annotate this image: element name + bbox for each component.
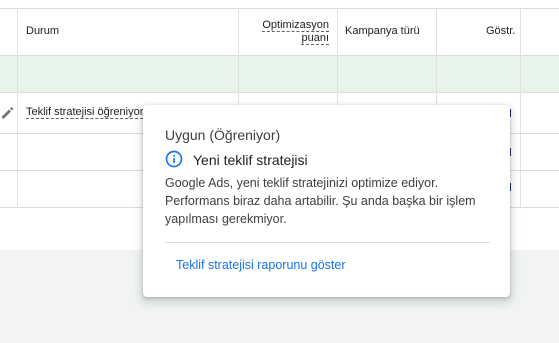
column-header-status[interactable]: Durum <box>26 25 59 37</box>
bid-strategy-report-link[interactable]: Teklif stratejisi raporunu göster <box>176 258 346 272</box>
column-header-campaign-type[interactable]: Kampanya türü <box>345 25 420 37</box>
status-cell-text[interactable]: Teklif stratejisi öğreniyor <box>26 106 144 119</box>
tooltip-title: Uygun (Öğreniyor) <box>165 127 281 143</box>
tooltip-subtitle: Yeni teklif stratejisi <box>193 152 308 168</box>
column-header-impressions[interactable]: Göstr. <box>486 25 515 37</box>
column-divider <box>520 8 521 208</box>
info-icon <box>165 150 183 168</box>
optimization-score-label-line1: Optimizasyon <box>262 19 329 32</box>
summary-row <box>0 56 559 92</box>
tooltip-divider <box>165 242 490 243</box>
status-tooltip: Uygun (Öğreniyor) Yeni teklif stratejisi… <box>143 105 510 297</box>
edit-pencil-icon[interactable] <box>0 106 14 120</box>
table-header: Durum Optimizasyon puanı Kampanya türü G… <box>0 8 559 55</box>
tooltip-body: Google Ads, yeni teklif stratejinizi opt… <box>165 176 476 226</box>
column-divider <box>17 8 18 208</box>
column-header-optimization-score[interactable]: Optimizasyon puanı <box>240 19 329 45</box>
optimization-score-label-line2: puanı <box>301 32 329 45</box>
